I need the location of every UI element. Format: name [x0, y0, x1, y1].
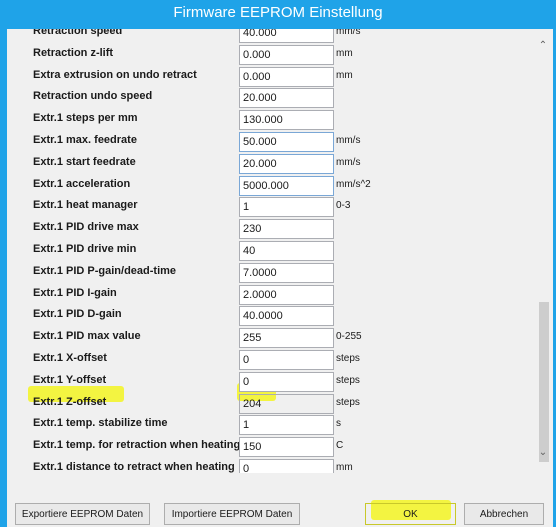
- setting-unit: 0-3: [336, 200, 351, 212]
- setting-label: Extr.1 Y-offset: [33, 373, 107, 386]
- ok-button[interactable]: OK: [365, 503, 456, 525]
- setting-label: Extr.1 PID D-gain: [33, 308, 122, 321]
- setting-unit: steps: [336, 353, 360, 364]
- setting-row: Retraction speed 40.000 mm/s: [7, 29, 533, 45]
- setting-unit: mm: [336, 47, 353, 59]
- setting-row: Extr.1 heat manager 1 0-3: [7, 197, 533, 219]
- setting-label: Extr.1 distance to retract when heating: [33, 461, 235, 473]
- setting-row: Extra extrusion on undo retract 0.000 mm: [7, 66, 533, 89]
- setting-value-input[interactable]: 0.000: [239, 66, 334, 87]
- setting-row: Extr.1 max. feedrate 50.000 mm/s: [7, 132, 533, 154]
- setting-row: Extr.1 temp. stabilize time 1 s: [7, 415, 533, 437]
- setting-value-input[interactable]: 50.000: [239, 132, 334, 152]
- setting-value-input[interactable]: 204: [239, 393, 334, 414]
- setting-value-input[interactable]: 20.000: [239, 153, 334, 174]
- setting-row: Retraction undo speed 20.000: [7, 88, 533, 110]
- setting-value-input[interactable]: 40: [239, 241, 334, 261]
- setting-label: Extr.1 X-offset: [33, 352, 107, 364]
- setting-row: Retraction z-lift 0.000 mm: [7, 44, 533, 67]
- setting-unit: mm: [336, 462, 353, 473]
- setting-label: Extr.1 PID I-gain: [33, 286, 117, 299]
- setting-unit: mm/s: [336, 29, 361, 37]
- setting-value-input[interactable]: 1: [239, 415, 334, 436]
- cancel-button[interactable]: Abbrechen: [464, 503, 544, 525]
- setting-value-input[interactable]: 20.000: [239, 88, 334, 109]
- setting-unit: steps: [336, 396, 360, 408]
- setting-label: Extr.1 max. feedrate: [33, 134, 137, 146]
- setting-value-input[interactable]: 0: [239, 350, 334, 370]
- setting-unit: s: [336, 418, 341, 430]
- setting-label: Extr.1 temp. stabilize time: [33, 417, 168, 430]
- setting-value-input[interactable]: 230: [239, 219, 334, 240]
- setting-label: Extr.1 temp. for retraction when heating: [33, 439, 241, 452]
- scrollbar-thumb[interactable]: [539, 302, 549, 462]
- setting-label: Extra extrusion on undo retract: [33, 68, 197, 81]
- setting-value-input[interactable]: 0: [239, 371, 334, 392]
- setting-unit: mm/s: [336, 135, 361, 146]
- setting-value-input[interactable]: 1: [239, 197, 334, 218]
- setting-label: Extr.1 PID max value: [33, 330, 141, 343]
- import-eeprom-button[interactable]: Importiere EEPROM Daten: [164, 503, 300, 525]
- setting-unit: C: [336, 440, 344, 452]
- window-border-left: [0, 29, 7, 527]
- setting-label: Extr.1 acceleration: [33, 177, 131, 190]
- export-eeprom-button[interactable]: Exportiere EEPROM Daten: [15, 503, 150, 525]
- setting-row: Extr.1 Z-offset 204 steps: [7, 393, 533, 416]
- setting-value-input[interactable]: 7.0000: [239, 262, 334, 283]
- window-titlebar[interactable]: Firmware EEPROM Einstellung: [0, 0, 556, 29]
- setting-label: Extr.1 steps per mm: [33, 112, 138, 125]
- setting-row: Extr.1 PID D-gain 40.0000: [7, 306, 533, 328]
- setting-label: Extr.1 Z-offset: [33, 395, 107, 408]
- setting-row: Extr.1 Y-offset 0 steps: [7, 371, 533, 394]
- setting-row: Extr.1 steps per mm 130.000: [7, 110, 533, 132]
- chevron-up-icon[interactable]: ⌃: [533, 38, 553, 54]
- setting-value-input[interactable]: 130.000: [239, 110, 334, 131]
- setting-row: Extr.1 acceleration 5000.000 mm/s^2: [7, 175, 533, 198]
- setting-row: Extr.1 start feedrate 20.000 mm/s: [7, 153, 533, 176]
- setting-row: Extr.1 PID drive max 230: [7, 219, 533, 241]
- setting-value-input[interactable]: 255: [239, 328, 334, 349]
- setting-label: Extr.1 PID P-gain/dead-time: [33, 264, 177, 277]
- setting-unit: mm: [336, 69, 353, 81]
- setting-value-input[interactable]: 0: [239, 459, 334, 473]
- setting-label: Retraction undo speed: [33, 90, 153, 103]
- setting-unit: mm/s^2: [336, 178, 371, 190]
- settings-list: Retraction speed 40.000 mm/s Retraction z-l…: [7, 29, 533, 473]
- setting-value-input[interactable]: 40.000: [239, 29, 334, 43]
- setting-value-input[interactable]: 40.0000: [239, 306, 334, 327]
- setting-value-input[interactable]: 2.0000: [239, 284, 334, 305]
- setting-label: Extr.1 PID drive min: [33, 243, 137, 255]
- setting-unit: mm/s: [336, 156, 361, 168]
- setting-unit: steps: [336, 374, 360, 386]
- setting-label: Retraction speed: [33, 29, 123, 37]
- setting-row: Extr.1 PID drive min 40: [7, 241, 533, 263]
- setting-row: Extr.1 temp. for retraction when heating…: [7, 437, 533, 459]
- setting-label: Extr.1 heat manager: [33, 199, 138, 212]
- window-title: Firmware EEPROM Einstellung: [173, 4, 383, 21]
- setting-row: Extr.1 PID max value 255 0-255: [7, 328, 533, 350]
- setting-value-input[interactable]: 5000.000: [239, 175, 334, 196]
- chevron-down-icon[interactable]: ⌄: [533, 445, 553, 461]
- setting-row: Extr.1 PID I-gain 2.0000: [7, 284, 533, 307]
- setting-row: Extr.1 PID P-gain/dead-time 7.0000: [7, 262, 533, 285]
- setting-value-input[interactable]: 150: [239, 437, 334, 458]
- setting-row: Extr.1 distance to retract when heating 0…: [7, 459, 533, 473]
- setting-unit: 0-255: [336, 331, 362, 343]
- setting-value-input[interactable]: 0.000: [239, 44, 334, 65]
- setting-label: Extr.1 start feedrate: [33, 155, 136, 168]
- setting-row: Extr.1 X-offset 0 steps: [7, 350, 533, 372]
- vertical-scrollbar[interactable]: ⌃ ⌄: [533, 29, 553, 473]
- setting-label: Retraction z-lift: [33, 46, 114, 59]
- setting-label: Extr.1 PID drive max: [33, 221, 139, 234]
